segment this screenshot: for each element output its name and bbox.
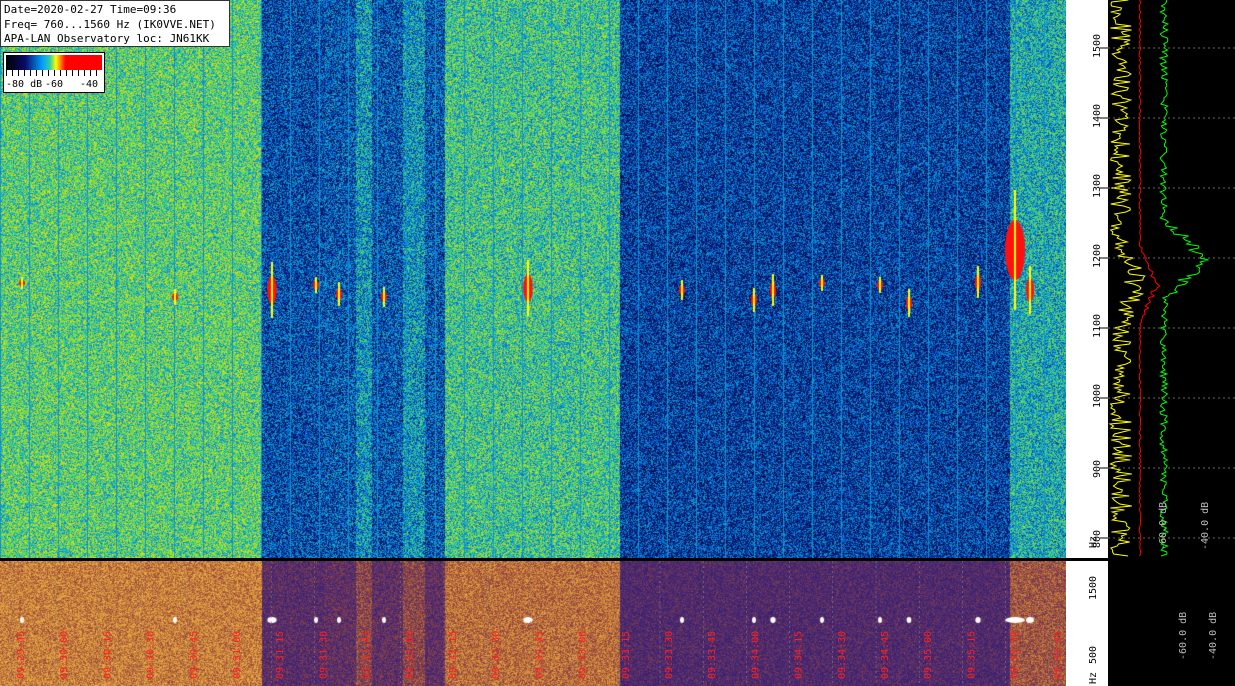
time-label: 09:34:00: [750, 631, 761, 679]
time-label: 09:33:15: [621, 631, 632, 679]
time-label: 09:32:45: [534, 631, 545, 679]
time-label: 09:33:30: [664, 631, 675, 679]
freq-tick-label: 1500: [1092, 34, 1103, 58]
freq-tick-label: 1100: [1092, 314, 1103, 338]
time-label: 09:32:00: [405, 631, 416, 679]
time-label: 09:31:30: [318, 631, 329, 679]
freq-axis-bottom-background: [1066, 561, 1108, 686]
time-label: 09:33:00: [578, 631, 589, 679]
time-label: 09:33:45: [707, 631, 718, 679]
time-label: 09:31:15: [275, 631, 286, 679]
freq-tick-label: 1300: [1092, 174, 1103, 198]
freq-tick-label: 900: [1092, 460, 1103, 478]
waterfall-spectrogram: [0, 0, 1066, 558]
legend-mid-label: -60: [45, 79, 64, 90]
time-label: 09:30:15: [102, 631, 113, 679]
bottom-freq-1500: 1500: [1088, 576, 1099, 600]
frequency-range-line: Freq= 760...1560 Hz (IK0VVE.NET): [4, 17, 216, 31]
time-label: 09:35:15: [966, 631, 977, 679]
freq-tick-label: 1400: [1092, 104, 1103, 128]
freq-tick-label: 1000: [1092, 384, 1103, 408]
time-label: 09:30:45: [189, 631, 200, 679]
time-label: 09:34:15: [794, 631, 805, 679]
time-axis-labels: 09:29:45 09:30:00 09:30:15 09:30:30 09:30:45…: [11, 561, 1064, 686]
db-label-40: -40.0 dB: [1200, 502, 1211, 550]
time-label: 09:30:30: [146, 631, 157, 679]
time-label: 09:32:30: [491, 631, 502, 679]
time-label: 09:30:00: [59, 631, 70, 679]
bottom-freq-500: 500: [1088, 646, 1099, 664]
time-label: 09:31:45: [362, 631, 373, 679]
observatory-line: APA-LAN Observatory loc: JN61KK: [4, 32, 210, 45]
freq-unit-label: Hz: [1088, 536, 1099, 548]
bottom-freq-unit: Hz: [1088, 672, 1099, 684]
color-scale-legend: -80 dB -60 -40: [3, 52, 105, 93]
time-label: 09:35:00: [923, 631, 934, 679]
legend-min-label: -80 dB: [6, 79, 43, 90]
time-label: 09:34:30: [837, 631, 848, 679]
date-time-line: Date=2020-02-27 Time=09:36: [4, 3, 177, 16]
bottom-db-label-60: -60.0 dB: [1178, 612, 1189, 660]
info-header: Date=2020-02-27 Time=09:36 Freq= 760...1…: [0, 0, 230, 47]
freq-tick-label: 1200: [1092, 244, 1103, 268]
time-label: 09:31:00: [232, 631, 243, 679]
color-scale-bar: [6, 55, 102, 70]
time-label: 09:34:45: [880, 631, 891, 679]
legend-max-label: -40: [80, 79, 99, 90]
time-label: 09:35:45: [1053, 631, 1064, 679]
bottom-db-label-40: -40.0 dB: [1208, 612, 1219, 660]
time-label: 09:35:30: [1010, 631, 1021, 679]
color-scale-ticks: [6, 70, 102, 76]
time-label: 09:32:15: [448, 631, 459, 679]
time-label: 09:29:45: [16, 631, 27, 679]
frequency-axis-and-spectrum: 150014001300120011001000900800 Hz -60.0 …: [1066, 0, 1235, 686]
db-label-60: -60.0 dB: [1158, 502, 1169, 550]
